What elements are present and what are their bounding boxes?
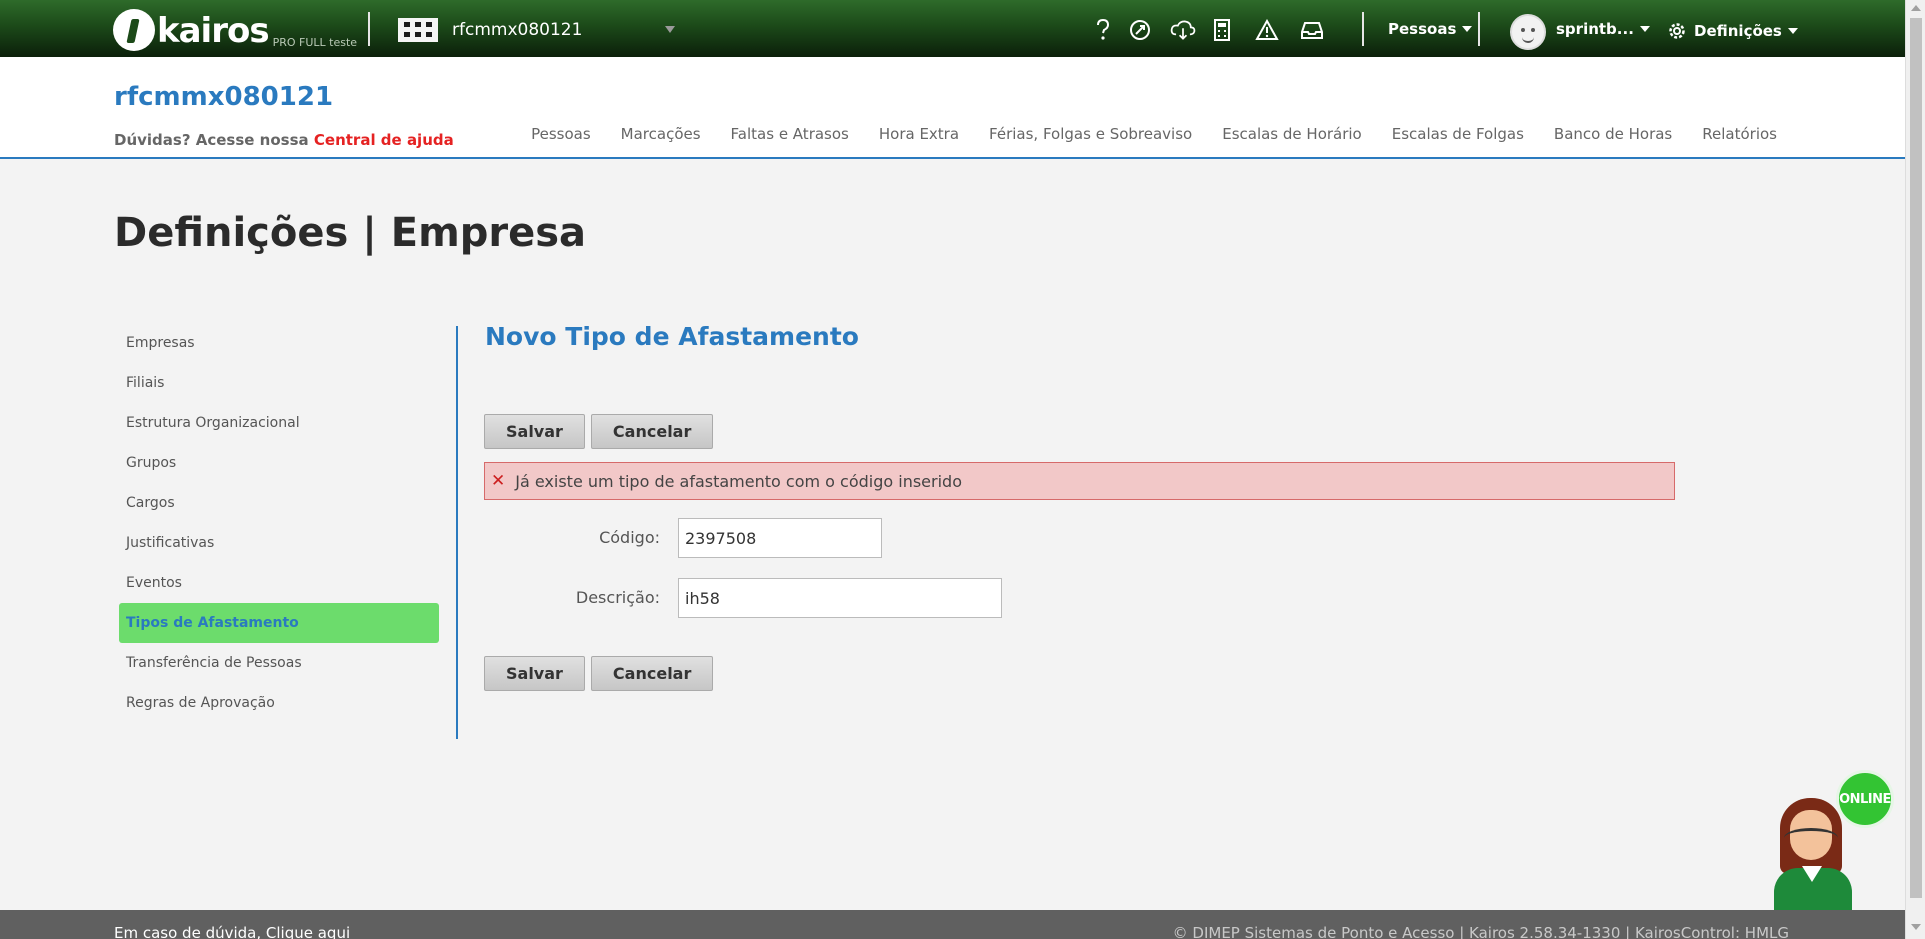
sidebar-item-3[interactable]: Grupos: [119, 443, 439, 483]
user-menu[interactable]: sprintb...: [1556, 20, 1650, 38]
scroll-down-icon[interactable]: [1911, 924, 1921, 930]
nav-item-5[interactable]: Escalas de Horário: [1222, 125, 1362, 143]
nav-item-4[interactable]: Férias, Folgas e Sobreaviso: [989, 125, 1192, 143]
code-field[interactable]: [678, 518, 882, 558]
sidebar-item-6[interactable]: Eventos: [119, 563, 439, 603]
cloud-download-icon[interactable]: [1170, 17, 1196, 43]
kairos-logo[interactable]: kairos PRO FULL teste: [113, 5, 357, 51]
sidebar-item-8[interactable]: Transferência de Pessoas: [119, 643, 439, 683]
company-dropdown-icon[interactable]: [665, 26, 675, 33]
description-field[interactable]: [678, 578, 1002, 618]
footer-help-link[interactable]: Em caso de dúvida, Clique aqui: [114, 924, 350, 939]
rocket-icon[interactable]: [1127, 17, 1153, 43]
divider: [1362, 12, 1364, 46]
help-center-link[interactable]: Central de ajuda: [314, 131, 454, 149]
description-label: Descrição:: [575, 588, 660, 607]
error-message: Já existe um tipo de afastamento com o c…: [515, 471, 962, 491]
page-title: Definições | Empresa: [114, 210, 587, 256]
form-title: Novo Tipo de Afastamento: [485, 322, 859, 351]
nav-item-0[interactable]: Pessoas: [531, 125, 591, 143]
help-icon[interactable]: [1090, 17, 1116, 43]
save-button[interactable]: Salvar: [484, 656, 585, 691]
save-button[interactable]: Salvar: [484, 414, 585, 449]
cancel-button[interactable]: Cancelar: [590, 414, 714, 449]
error-icon: ✕: [491, 471, 506, 491]
nav-item-7[interactable]: Banco de Horas: [1554, 125, 1672, 143]
main-nav: Pessoas Marcações Faltas e Atrasos Hora Ext…: [531, 125, 1777, 143]
gear-icon: [1669, 23, 1685, 39]
user-name: sprintb...: [1556, 20, 1634, 38]
top-button-row: Salvar Cancelar: [484, 414, 714, 449]
nav-item-6[interactable]: Escalas de Folgas: [1392, 125, 1524, 143]
nav-item-8[interactable]: Relatórios: [1702, 125, 1777, 143]
calculator-icon[interactable]: [1209, 17, 1235, 43]
code-label: Código:: [599, 528, 660, 547]
scroll-up-icon[interactable]: [1911, 5, 1921, 11]
chevron-down-icon: [1787, 28, 1798, 34]
headset-icon: [1784, 828, 1838, 848]
sidebar-item-9[interactable]: Regras de Aprovação: [119, 683, 439, 723]
nav-item-2[interactable]: Faltas e Atrasos: [731, 125, 849, 143]
chat-widget[interactable]: ONLINE: [1770, 770, 1894, 915]
online-badge[interactable]: ONLINE: [1836, 770, 1894, 828]
logo-text: kairos: [157, 11, 270, 51]
help-line: Dúvidas? Acesse nossa Central de ajuda: [114, 131, 454, 149]
scrollbar[interactable]: [1905, 0, 1925, 939]
sidebar-item-7[interactable]: Tipos de Afastamento: [119, 603, 439, 643]
inbox-icon[interactable]: [1299, 17, 1325, 43]
sidebar-item-4[interactable]: Cargos: [119, 483, 439, 523]
chevron-down-icon: [1462, 26, 1473, 32]
avatar[interactable]: [1510, 14, 1546, 50]
error-alert: ✕ Já existe um tipo de afastamento com o…: [484, 462, 1675, 500]
logo-mark-icon: [113, 9, 155, 51]
help-prefix: Dúvidas? Acesse nossa: [114, 131, 309, 149]
company-name: rfcmmx080121: [452, 20, 583, 40]
site-title[interactable]: rfcmmx080121: [114, 82, 333, 112]
building-icon: [398, 18, 438, 42]
top-bar: kairos PRO FULL teste rfcmmx080121 Pesso…: [0, 0, 1905, 57]
footer: Em caso de dúvida, Clique aqui © DIMEP S…: [0, 910, 1905, 939]
footer-copyright: © DIMEP Sistemas de Ponto e Acesso | Kai…: [1172, 924, 1789, 939]
settings-menu-label: Definições: [1694, 22, 1782, 40]
chevron-down-icon: [1639, 26, 1650, 32]
logo-subtitle: PRO FULL teste: [272, 36, 358, 49]
warning-icon[interactable]: [1254, 17, 1280, 43]
sidebar-item-1[interactable]: Filiais: [119, 363, 439, 403]
people-menu[interactable]: Pessoas: [1388, 20, 1473, 38]
sidebar: Empresas Filiais Estrutura Organizacional G…: [119, 323, 439, 723]
nav-item-3[interactable]: Hora Extra: [879, 125, 959, 143]
sidebar-item-5[interactable]: Justificativas: [119, 523, 439, 563]
people-menu-label: Pessoas: [1388, 20, 1457, 38]
scroll-thumb[interactable]: [1910, 18, 1922, 898]
nav-item-1[interactable]: Marcações: [621, 125, 701, 143]
divider: [368, 12, 370, 46]
site-header: rfcmmx080121 Dúvidas? Acesse nossa Centr…: [0, 57, 1905, 159]
settings-menu[interactable]: Definições: [1666, 20, 1798, 42]
sidebar-item-0[interactable]: Empresas: [119, 323, 439, 363]
cancel-button[interactable]: Cancelar: [590, 656, 714, 691]
divider: [1478, 12, 1480, 46]
sidebar-item-2[interactable]: Estrutura Organizacional: [119, 403, 439, 443]
company-selector[interactable]: rfcmmx080121: [398, 18, 582, 42]
content-divider: [456, 326, 458, 739]
bottom-button-row: Salvar Cancelar: [484, 656, 714, 691]
